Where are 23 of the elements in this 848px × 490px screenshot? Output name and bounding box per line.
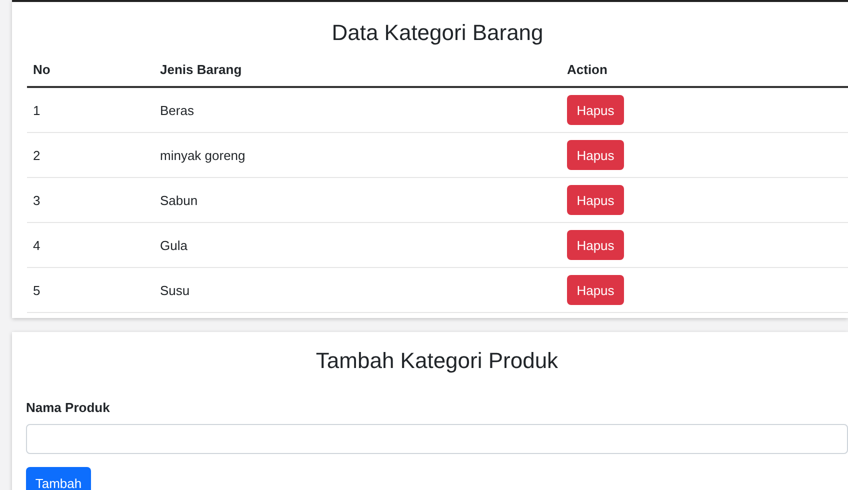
table-cell-text: Susu [160, 282, 191, 298]
table-cell-text: 2 [32, 148, 42, 162]
table-cell-text: minyak goreng [160, 148, 246, 162]
table-cell-text: Sabun [160, 192, 199, 208]
delete-button[interactable]: Hapus [567, 95, 624, 125]
delete-button[interactable]: Hapus [567, 275, 624, 305]
table-cell-text: 3 [32, 192, 42, 208]
column-header: No [32, 62, 52, 76]
table-cell-text: 1 [32, 102, 42, 118]
card-title: Data Kategori Barang [330, 20, 544, 47]
delete-button[interactable]: Hapus [567, 140, 624, 170]
input-field[interactable] [26, 424, 848, 454]
card-title: Tambah Kategori Produk [314, 348, 560, 375]
column-header: Jenis Barang [160, 62, 243, 76]
table-cell-text: Beras [160, 102, 195, 118]
delete-button[interactable]: Hapus [567, 185, 624, 215]
table-cell-text: 4 [32, 238, 42, 252]
field-label: Nama Produk [26, 400, 111, 415]
add-button[interactable]: Tambah [26, 467, 91, 490]
column-header: Action [567, 62, 608, 76]
table-cell-text: 5 [32, 282, 42, 298]
table-cell-text: Gula [160, 238, 188, 252]
delete-button[interactable]: Hapus [567, 230, 624, 260]
